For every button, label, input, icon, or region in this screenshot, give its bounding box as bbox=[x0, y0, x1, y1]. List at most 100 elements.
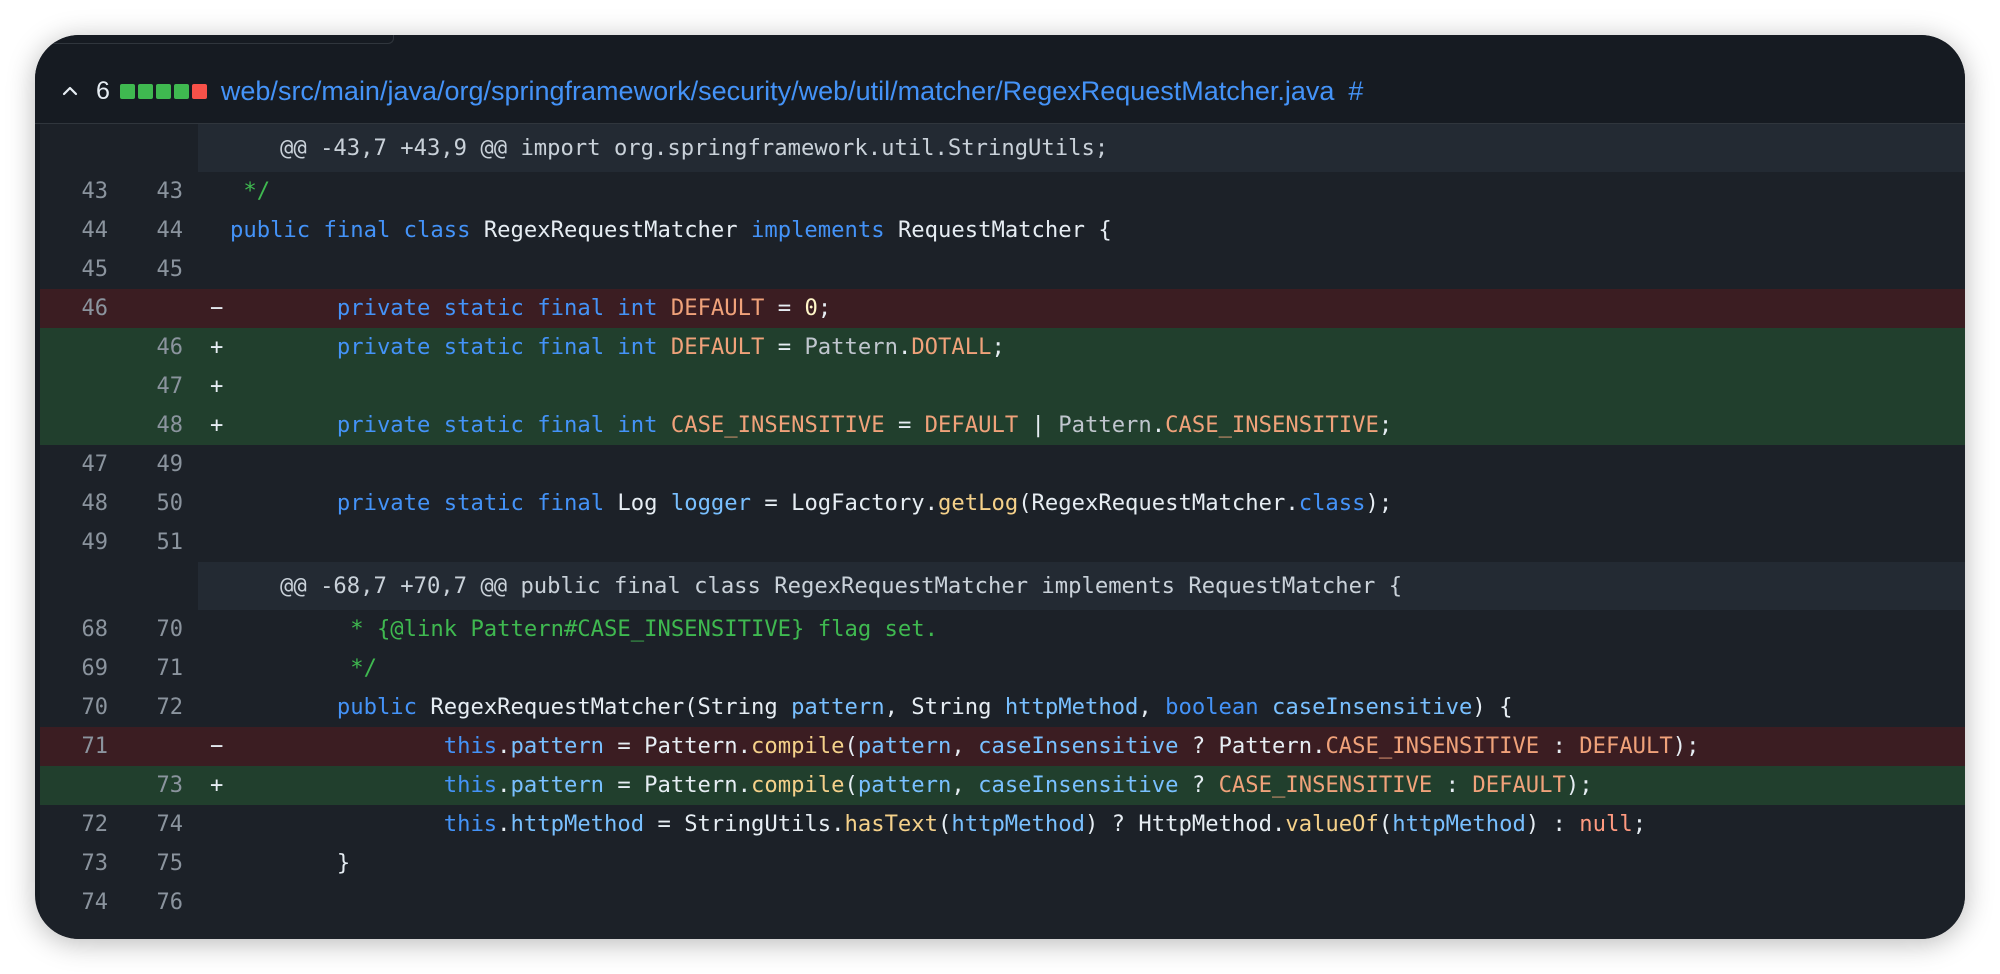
code-token: httpMethod bbox=[951, 811, 1085, 837]
new-line-number[interactable]: 48 bbox=[131, 406, 184, 445]
new-line-number[interactable]: 72 bbox=[131, 688, 184, 727]
old-line-number[interactable]: 45 bbox=[56, 250, 109, 289]
code-token: = bbox=[884, 412, 925, 438]
old-line-number[interactable]: 44 bbox=[56, 211, 109, 250]
old-line-number[interactable]: 72 bbox=[56, 805, 109, 844]
code-token: pattern bbox=[857, 733, 952, 759]
old-line-number[interactable]: 71 bbox=[56, 727, 109, 766]
new-line-number[interactable]: 50 bbox=[131, 484, 184, 523]
code-token: pattern bbox=[510, 772, 605, 798]
code-token: , bbox=[951, 772, 979, 798]
diff-line-deleted: 71− this.pattern = Pattern.compile(patte… bbox=[40, 727, 1965, 766]
old-line-number[interactable]: 47 bbox=[56, 445, 109, 484]
code-token: logger bbox=[670, 490, 752, 516]
previous-file-edge bbox=[35, 35, 1965, 60]
old-line-number[interactable]: 43 bbox=[56, 172, 109, 211]
code-token: caseInsensitive bbox=[978, 772, 1179, 798]
code-token: implements bbox=[751, 217, 885, 243]
code-token: Log bbox=[604, 490, 671, 516]
diff-line-context: 43 43 */ bbox=[40, 172, 1965, 211]
code-line: private static final int DEFAULT = 0; bbox=[230, 289, 831, 328]
diff-marker: − bbox=[210, 295, 224, 321]
code-token: int bbox=[617, 334, 658, 360]
diffstat-box-add bbox=[173, 83, 189, 99]
code-token: this bbox=[443, 772, 498, 798]
code-token: : bbox=[1432, 772, 1473, 798]
diff-line-context: 68 70 * {@link Pattern#CASE_INSENSITIVE} … bbox=[40, 610, 1965, 649]
code-line: this.httpMethod = StringUtils.hasText(ht… bbox=[230, 805, 1646, 844]
diff-window: 6 web/src/main/java/org/springframework/… bbox=[35, 35, 1965, 939]
code-token: RequestMatcher { bbox=[884, 217, 1112, 243]
new-line-number[interactable]: 43 bbox=[131, 172, 184, 211]
old-line-number[interactable]: 46 bbox=[56, 289, 109, 328]
code-token: (RegexRequestMatcher. bbox=[1018, 490, 1299, 516]
diff-line-context: 45 45 bbox=[40, 250, 1965, 289]
code-token: . bbox=[897, 334, 912, 360]
old-line-number[interactable]: 68 bbox=[56, 610, 109, 649]
diff-marker: − bbox=[210, 733, 224, 759]
file-path-link[interactable]: web/src/main/java/org/springframework/se… bbox=[221, 76, 1334, 107]
code-token: ; bbox=[991, 334, 1005, 360]
code-token: public bbox=[336, 694, 418, 720]
code-token: boolean bbox=[1165, 694, 1259, 720]
new-line-number[interactable]: 47 bbox=[131, 367, 184, 406]
old-line-number[interactable]: 70 bbox=[56, 688, 109, 727]
code-token: this bbox=[443, 811, 498, 837]
new-line-number[interactable]: 73 bbox=[131, 766, 184, 805]
code-token: = LogFactory. bbox=[751, 490, 939, 516]
code-token: private bbox=[336, 490, 431, 516]
diffstat-box-del bbox=[191, 83, 207, 99]
diff-line-added: 48 + private static final int CASE_INSENS… bbox=[40, 406, 1965, 445]
code-token: = Pattern. bbox=[604, 733, 751, 759]
hunk-header: @@ -43,7 +43,9 @@ import org.springframe… bbox=[40, 124, 1965, 172]
new-line-number[interactable]: 71 bbox=[131, 649, 184, 688]
new-line-number[interactable]: 45 bbox=[131, 250, 184, 289]
code-token: ( bbox=[844, 772, 858, 798]
new-line-number[interactable]: 51 bbox=[131, 523, 184, 562]
code-token: ; bbox=[817, 295, 832, 321]
old-line-number[interactable]: 49 bbox=[56, 523, 109, 562]
new-line-number[interactable]: 74 bbox=[131, 805, 184, 844]
old-line-number[interactable]: 48 bbox=[56, 484, 109, 523]
code-token: private bbox=[336, 412, 431, 438]
code-token: int bbox=[617, 295, 658, 321]
new-line-number[interactable]: 49 bbox=[131, 445, 184, 484]
code-token: . bbox=[1151, 412, 1166, 438]
code-token: pattern bbox=[791, 694, 885, 720]
new-line-number[interactable]: 76 bbox=[131, 883, 184, 922]
code-token: ? Pattern. bbox=[1178, 733, 1326, 759]
code-token: static bbox=[443, 295, 524, 321]
diff-table: @@ -43,7 +43,9 @@ import org.springframe… bbox=[40, 124, 1965, 939]
new-line-number[interactable]: 46 bbox=[131, 328, 184, 367]
old-line-number[interactable]: 74 bbox=[56, 883, 109, 922]
code-token: */ bbox=[230, 178, 271, 204]
change-count: 6 bbox=[96, 76, 110, 105]
code-token: private bbox=[336, 334, 431, 360]
old-line-number[interactable]: 73 bbox=[56, 844, 109, 883]
code-line: this.pattern = Pattern.compile(pattern, … bbox=[230, 766, 1593, 805]
new-line-number[interactable]: 44 bbox=[131, 211, 184, 250]
old-line-number[interactable]: 69 bbox=[56, 649, 109, 688]
diff-line-context: 72 74 this.httpMethod = StringUtils.hasTe… bbox=[40, 805, 1965, 844]
diff-marker: + bbox=[210, 334, 224, 360]
diff-line-context: 48 50 private static final Log logger = L… bbox=[40, 484, 1965, 523]
code-token: int bbox=[617, 412, 658, 438]
code-line: private static final int CASE_INSENSITIV… bbox=[230, 406, 1392, 445]
code-token: ; bbox=[1632, 811, 1647, 837]
file-anchor-link[interactable]: # bbox=[1348, 76, 1363, 107]
diff-line-context: 44 44 public final class RegexRequestMatch… bbox=[40, 211, 1965, 250]
code-token: final bbox=[537, 412, 605, 438]
code-token: ) ? HttpMethod. bbox=[1084, 811, 1286, 837]
new-line-number[interactable]: 75 bbox=[131, 844, 184, 883]
collapse-toggle[interactable] bbox=[59, 80, 81, 102]
new-line-number[interactable]: 70 bbox=[131, 610, 184, 649]
